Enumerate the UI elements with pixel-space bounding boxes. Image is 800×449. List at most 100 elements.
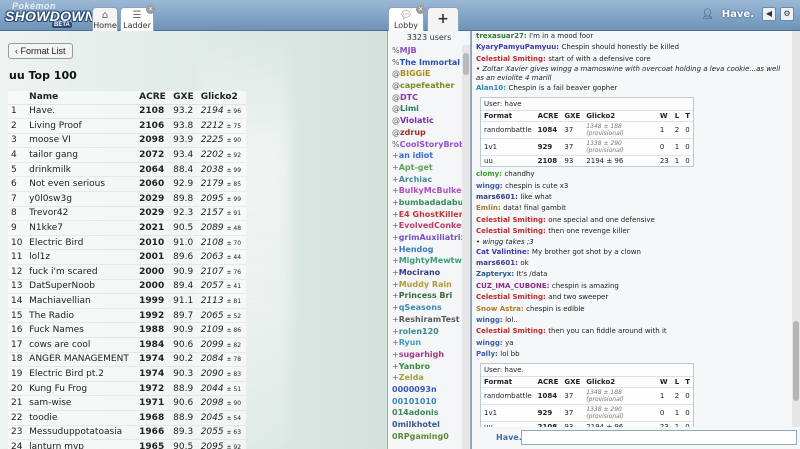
tab-home[interactable]: ⌂ Home (92, 7, 118, 31)
user-list-name[interactable]: ReshiramTest (399, 315, 460, 324)
user-list-name[interactable]: BulkyMcBulkerson (399, 186, 470, 195)
ladder-row[interactable]: 21 sam-wise 1971 90.6 2098 ± 90 (8, 395, 246, 411)
user-list-name[interactable]: Violatic (400, 116, 434, 125)
user-list-name[interactable]: DTC (400, 93, 418, 102)
ladder-row[interactable]: 24 lanturn mvp 1965 90.5 2095 ± 92 (8, 439, 246, 449)
user-list-name[interactable]: 014adonis (392, 408, 439, 417)
ladder-row[interactable]: 15 The Radio 1992 89.7 2065 ± 52 (8, 308, 246, 324)
user-list-item[interactable]: 00101010 (392, 396, 470, 408)
chat-username[interactable]: Pally: (476, 350, 500, 358)
user-list-name[interactable]: 0milkhotel (392, 420, 440, 429)
new-tab-button[interactable]: + (427, 7, 459, 31)
player-name-cell[interactable]: The Radio (26, 308, 137, 324)
user-list-item[interactable]: @Violatic (392, 115, 470, 127)
chat-username[interactable]: CUZ_IMA_CUBONE: (476, 282, 552, 290)
user-list-name[interactable]: EvolvedConkeldurr (399, 221, 470, 230)
user-list-item[interactable]: 0milkhotel (392, 419, 470, 431)
player-name-cell[interactable]: lanturn mvp (26, 439, 137, 449)
user-list-name[interactable]: 0000093n (392, 385, 437, 394)
user-list-item[interactable]: @capefeather (392, 80, 470, 92)
user-list-name[interactable]: Mocirano (399, 268, 440, 277)
chat-username[interactable]: Alan10: (476, 84, 509, 92)
user-list-name[interactable]: CoolStoryBrobat (400, 140, 470, 149)
ladder-row[interactable]: 9 N1kke7 2021 90.5 2089 ± 48 (8, 220, 246, 236)
close-tab-icon[interactable]: × (146, 5, 155, 14)
user-list-name[interactable]: capefeather (400, 81, 455, 90)
chat-username[interactable]: wingg: (476, 316, 505, 324)
format-list-button[interactable]: ‹ Format List (8, 43, 73, 59)
column-header[interactable]: Glicko2 (197, 91, 246, 105)
scroll-thumb[interactable] (463, 53, 469, 75)
user-list-name[interactable]: The Immortal (400, 58, 460, 67)
gear-icon[interactable]: ⚙ (780, 7, 794, 21)
player-name-cell[interactable]: lol1z (26, 249, 137, 266)
user-list-item[interactable]: +bumbadadabum (392, 197, 470, 209)
chat-username[interactable]: wingg: (476, 182, 505, 190)
player-name-cell[interactable]: drinkmilk (26, 162, 137, 178)
user-list-name[interactable]: Muddy Rain (399, 280, 452, 289)
player-name-cell[interactable]: Have. (26, 104, 137, 120)
user-list-item[interactable]: +Archiac (392, 174, 470, 186)
user-list-item[interactable]: +Hendog (392, 244, 470, 256)
user-icon[interactable]: 👤︎ (701, 9, 714, 20)
ladder-row[interactable]: 8 Trevor42 2029 92.3 2157 ± 91 (8, 206, 246, 222)
player-name-cell[interactable]: tailor gang (26, 147, 137, 163)
column-header[interactable]: Name (26, 91, 137, 105)
user-list-item[interactable]: 0000093n (392, 384, 470, 396)
player-name-cell[interactable]: Messuduppotatoasia (26, 425, 137, 441)
user-list-name[interactable]: qSeasons (399, 303, 442, 312)
player-name-cell[interactable]: Not even serious (26, 176, 137, 193)
user-list-item[interactable]: +Mocirano (392, 267, 470, 279)
ladder-row[interactable]: 17 cows are cool 1984 90.6 2099 ± 82 (8, 337, 246, 353)
user-list-item[interactable]: 0RPgaming0 (392, 431, 470, 443)
user-list-item[interactable]: +Princess Bri (392, 290, 470, 302)
chat-input[interactable] (521, 430, 797, 445)
chat-username[interactable]: trexasuar27: (476, 32, 529, 40)
user-list-name[interactable]: Princess Bri (399, 291, 453, 300)
column-header[interactable]: GXE (170, 91, 198, 105)
user-list-item[interactable]: @DTC (392, 92, 470, 104)
chat-username[interactable]: Celestial Smiting: (476, 327, 548, 335)
ladder-row[interactable]: 20 Kung Fu Frog 1972 88.9 2044 ± 51 (8, 381, 246, 397)
player-name-cell[interactable]: Trevor42 (26, 206, 137, 222)
user-list-item[interactable]: +Muddy Rain (392, 279, 470, 291)
player-name-cell[interactable]: moose VI (26, 133, 137, 149)
chat-username[interactable]: Emlin: (476, 204, 503, 212)
user-list-item[interactable]: +ReshiramTest (392, 314, 470, 326)
player-name-cell[interactable]: Electric Bird pt.2 (26, 366, 137, 382)
user-list-name[interactable]: rolen120 (399, 327, 439, 336)
user-list-name[interactable]: 00101010 (392, 397, 437, 406)
ladder-row[interactable]: 19 Electric Bird pt.2 1974 90.3 2090 ± 83 (8, 366, 246, 382)
chat-username[interactable]: mars6601: (476, 193, 520, 201)
ladder-row[interactable]: 3 moose VI 2098 93.9 2225 ± 90 (8, 133, 246, 149)
column-header[interactable]: ACRE (136, 91, 171, 105)
user-list-item[interactable]: +E4 GhostKiller (392, 209, 470, 221)
ladder-row[interactable]: 14 Machiavellian 1999 91.1 2113 ± 81 (8, 293, 246, 309)
player-name-cell[interactable]: ANGER MANAGEMENT (26, 352, 137, 368)
player-name-cell[interactable]: Electric Bird (26, 235, 137, 251)
ladder-row[interactable]: 12 fuck i'm scared 2000 90.9 2107 ± 76 (8, 264, 246, 280)
player-name-cell[interactable]: cows are cool (26, 337, 137, 353)
chat-username[interactable]: wingg: (476, 339, 505, 347)
column-header[interactable] (8, 91, 27, 105)
user-list-item[interactable]: @Limi (392, 103, 470, 115)
player-name-cell[interactable]: N1kke7 (26, 220, 137, 236)
user-list-item[interactable]: +Apt-get (392, 162, 470, 174)
player-name-cell[interactable]: fuck i'm scared (26, 264, 137, 280)
username-display[interactable]: Have. (722, 9, 754, 20)
ladder-row[interactable]: 2 Living Proof 2106 93.8 2212 ± 75 (8, 118, 246, 134)
user-list-item[interactable]: +an idiot (392, 150, 470, 162)
user-list-name[interactable]: Apt-get (399, 163, 433, 172)
chat-username[interactable]: Celestial Smiting: (476, 55, 548, 63)
ladder-row[interactable]: 23 Messuduppotatoasia 1966 89.3 2055 ± 63 (8, 425, 246, 441)
user-list-name[interactable]: Zelda (399, 373, 424, 382)
tab-lobby[interactable]: 💬︎ Lobby × (388, 5, 425, 31)
player-name-cell[interactable]: Living Proof (26, 118, 137, 134)
user-list-item[interactable]: +Zelda (392, 372, 470, 384)
user-list-item[interactable]: +Ryun (392, 337, 470, 349)
user-list-item[interactable]: +rolen120 (392, 326, 470, 338)
ladder-row[interactable]: 7 y0l0sw3g 2029 89.8 2095 ± 99 (8, 191, 246, 207)
user-list-name[interactable]: grimAuxiliatrix (399, 233, 466, 242)
chat-username[interactable]: Celestial Smiting: (476, 216, 548, 224)
user-list-name[interactable]: sugarhigh (399, 350, 444, 359)
